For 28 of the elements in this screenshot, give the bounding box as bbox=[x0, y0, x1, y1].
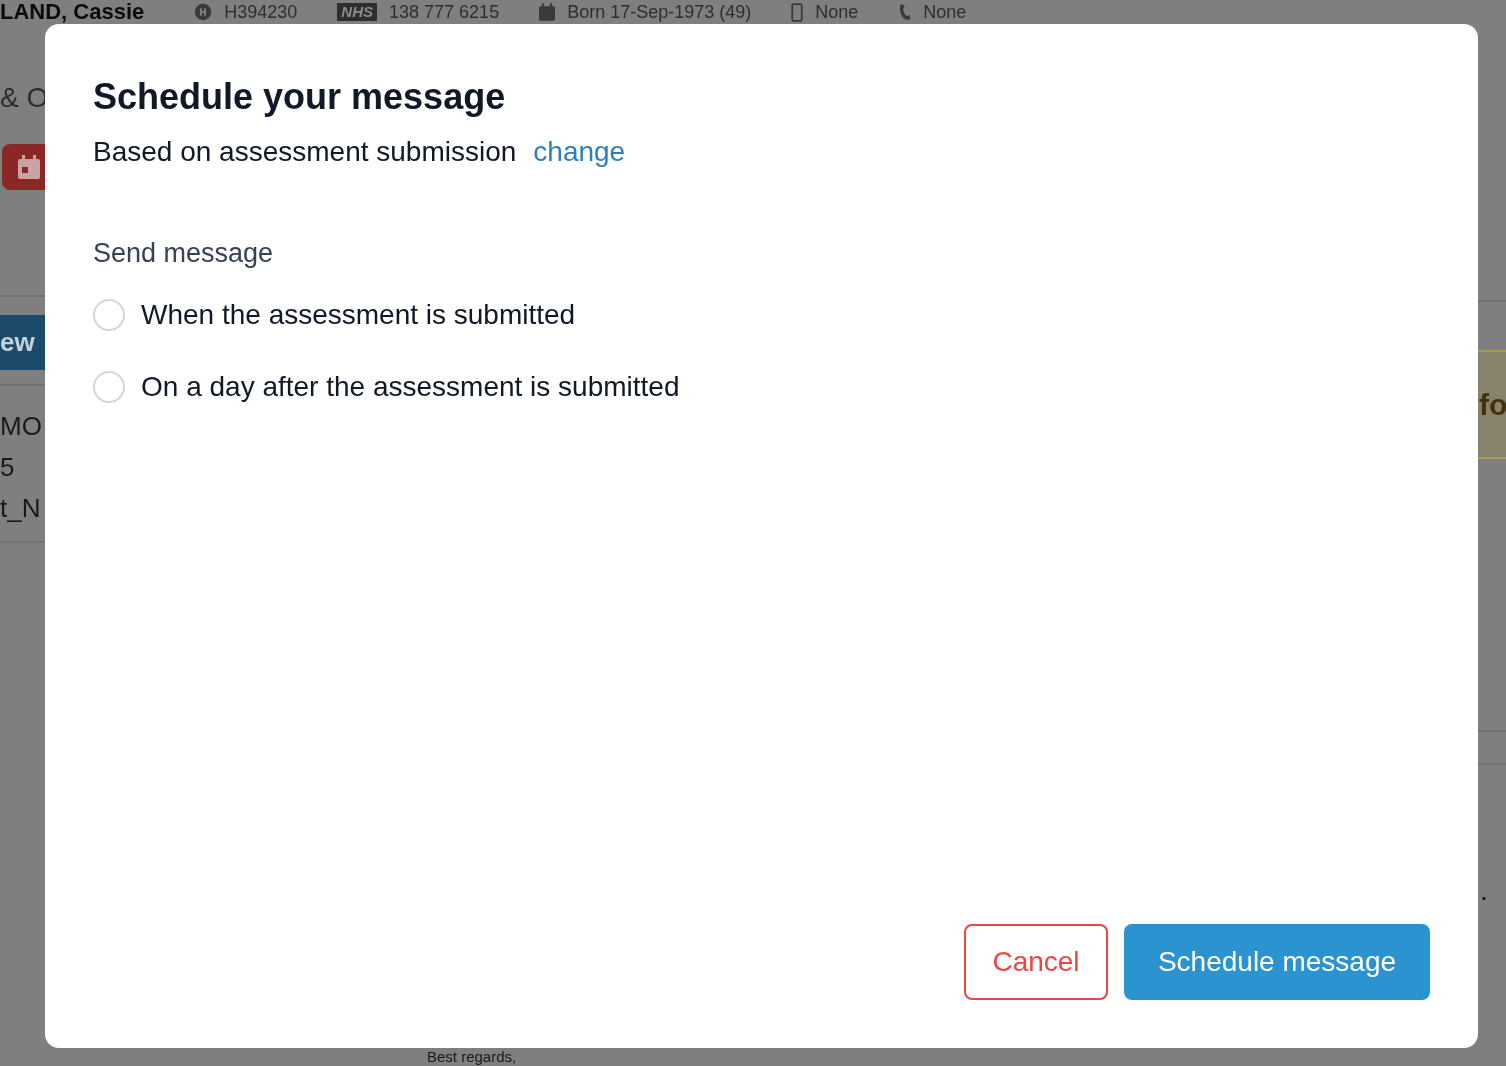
phone-number: None bbox=[923, 1, 967, 23]
radio-button[interactable] bbox=[93, 371, 125, 403]
mobile-number: None bbox=[815, 1, 859, 23]
calendar-icon bbox=[539, 3, 556, 21]
subtitle: Based on assessment submission bbox=[93, 136, 517, 168]
message-text: Best regards, bbox=[427, 1048, 517, 1066]
list-text: MO bbox=[0, 410, 43, 443]
change-link[interactable]: change bbox=[533, 136, 626, 168]
info-banner: fo bbox=[1478, 350, 1506, 459]
message-text: . bbox=[1479, 875, 1489, 907]
calendar-icon bbox=[18, 155, 40, 179]
radio-button[interactable] bbox=[93, 299, 125, 331]
section-label: Send message bbox=[93, 238, 275, 269]
patient-name: LAND, Cassie bbox=[0, 1, 145, 23]
option-label[interactable]: On a day after the assessment is submitted bbox=[141, 371, 680, 403]
list-text: t_N bbox=[0, 492, 42, 525]
mobile-phone-icon bbox=[791, 2, 804, 22]
dialog-title: Schedule your message bbox=[93, 76, 507, 118]
nhs-logo: NHS bbox=[337, 3, 378, 21]
hospital-icon bbox=[194, 3, 213, 21]
nhs-number: 138 777 6215 bbox=[389, 1, 500, 23]
schedule-button[interactable]: Schedule message bbox=[1124, 924, 1430, 1000]
list-text: 5 bbox=[0, 451, 16, 484]
hospital-number: H394230 bbox=[224, 1, 298, 23]
option-label[interactable]: When the assessment is submitted bbox=[141, 299, 576, 331]
phone-icon bbox=[898, 3, 912, 21]
cancel-button[interactable]: Cancel bbox=[964, 924, 1108, 1000]
birth-date: Born 17-Sep-1973 (49) bbox=[567, 1, 752, 23]
